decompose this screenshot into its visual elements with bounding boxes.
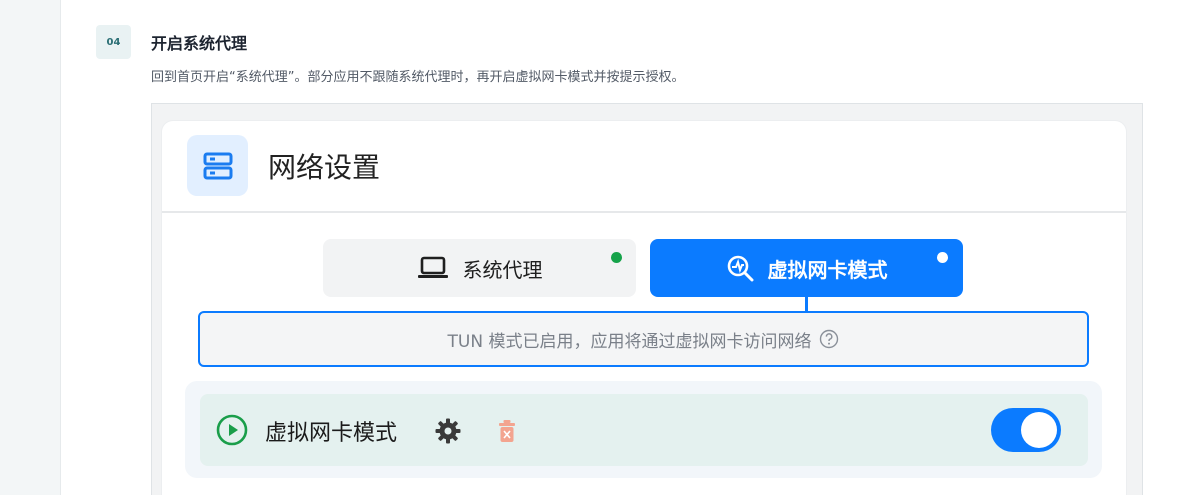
- tab-virtual-nic-mode[interactable]: 虚拟网卡模式: [650, 239, 963, 297]
- gear-icon[interactable]: [435, 418, 461, 448]
- tab-virtual-nic-mode-label: 虚拟网卡模式: [767, 257, 888, 282]
- panel-divider: [162, 211, 1126, 213]
- help-icon[interactable]: [819, 329, 839, 349]
- status-dot-system-proxy: [611, 252, 622, 263]
- tun-info-text: TUN 模式已启用，应用将通过虚拟网卡访问网络: [447, 331, 812, 352]
- laptop-icon: [417, 256, 449, 280]
- tab-system-proxy[interactable]: 系统代理: [323, 239, 636, 297]
- tun-info-bar: TUN 模式已启用，应用将通过虚拟网卡访问网络: [198, 311, 1089, 367]
- virtual-nic-mode-toggle[interactable]: [991, 408, 1061, 452]
- tab-connector: [805, 296, 808, 312]
- trash-icon[interactable]: [498, 419, 516, 447]
- panel-title: 网络设置: [268, 151, 381, 184]
- status-dot-virtual-nic-mode: [937, 252, 948, 263]
- left-rail: [0, 0, 61, 495]
- play-icon[interactable]: [216, 414, 248, 450]
- tun-search-icon: [726, 254, 754, 282]
- step-description: 回到首页开启“系统代理”。部分应用不跟随系统代理时，再开启虚拟网卡模式并按提示授…: [151, 70, 685, 85]
- step-title: 开启系统代理: [151, 34, 248, 53]
- step-number-badge: 04: [96, 25, 131, 59]
- virtual-nic-mode-label: 虚拟网卡模式: [265, 421, 398, 446]
- tab-system-proxy-label: 系统代理: [462, 257, 543, 282]
- server-icon: [187, 135, 248, 196]
- toggle-knob: [1021, 412, 1057, 448]
